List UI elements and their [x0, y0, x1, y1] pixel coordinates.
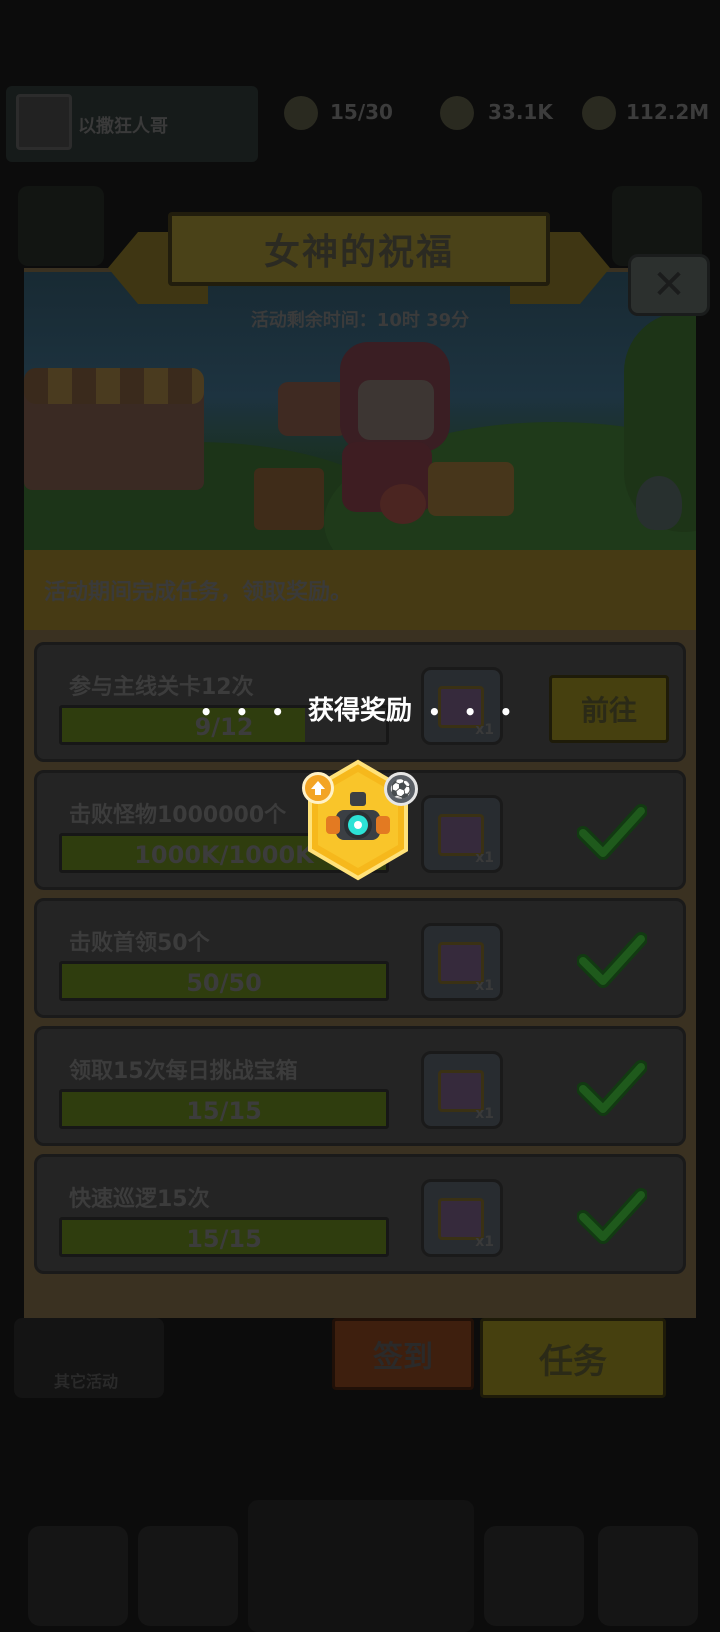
reward-chest-slot[interactable]: x1: [421, 1179, 503, 1257]
penguin-decor: [636, 476, 682, 530]
reward-popup-title: • • • 获得奖励 • • •: [0, 690, 720, 727]
close-button[interactable]: ✕: [628, 254, 710, 316]
upgrade-icon: [302, 772, 334, 804]
task-progress-bar: 50/50: [59, 961, 389, 1001]
reward-chest-slot[interactable]: x1: [421, 1051, 503, 1129]
tab-tasks[interactable]: 任务: [480, 1318, 666, 1398]
panel-tabs: 其它活动 签到 任务: [0, 1318, 720, 1398]
task-progress-bar: 15/15: [59, 1089, 389, 1129]
task-name: 击败首领50个: [69, 931, 210, 956]
reward-chest-slot[interactable]: x1: [421, 795, 503, 873]
task-progress-text: 50/50: [186, 969, 262, 997]
task-name: 击败怪物1000000个: [69, 803, 287, 828]
coin-icon: [582, 96, 616, 130]
event-timer: 活动剩余时间：10时 39分: [250, 310, 470, 331]
bottom-nav: [0, 1500, 720, 1632]
nav-more[interactable]: [598, 1526, 698, 1626]
reward-quantity: x1: [475, 850, 494, 866]
meat-decor: [380, 484, 426, 524]
reward-quantity: x1: [475, 1234, 494, 1250]
event-description: 活动期间完成任务，领取奖励。: [44, 580, 353, 605]
gem-icon: [440, 96, 474, 130]
task-row: 领取15次每日挑战宝箱 15/15 x1: [34, 1026, 686, 1146]
close-icon: ✕: [652, 262, 686, 308]
task-progress-text: 15/15: [186, 1225, 262, 1253]
check-icon: [577, 804, 647, 860]
task-progress-bar: 15/15: [59, 1217, 389, 1257]
menu-button[interactable]: [18, 186, 104, 266]
reward-quantity: x1: [475, 1106, 494, 1122]
title-dots-left: • • •: [199, 700, 292, 724]
player-name: 以撒狂人哥: [78, 116, 168, 137]
other-events-tab[interactable]: 其它活动: [14, 1318, 164, 1398]
gift-decor: [254, 468, 324, 530]
soccer-ball-icon: ⚽: [384, 772, 418, 806]
player-card[interactable]: 以撒狂人哥: [6, 86, 258, 162]
reward-chest-slot[interactable]: x1: [421, 923, 503, 1001]
event-banner: 活动剩余时间：10时 39分: [24, 272, 696, 550]
nav-shop[interactable]: [28, 1526, 128, 1626]
nav-battle[interactable]: [248, 1500, 474, 1632]
coin-value: 112.2M: [626, 100, 710, 124]
other-events-label: 其它活动: [54, 1372, 119, 1391]
nav-skills[interactable]: [484, 1526, 584, 1626]
check-icon: [577, 1060, 647, 1116]
tab-signin[interactable]: 签到: [332, 1318, 474, 1390]
stamina-icon: [284, 96, 318, 130]
task-name: 快速巡逻15次: [69, 1187, 210, 1212]
goddess-face: [358, 380, 434, 440]
cake-decor: [278, 382, 348, 436]
reward-title-text: 获得奖励: [307, 696, 412, 726]
task-name: 领取15次每日挑战宝箱: [69, 1059, 298, 1084]
task-row: 快速巡逻15次 15/15 x1: [34, 1154, 686, 1274]
gem-value: 33.1K: [488, 100, 553, 124]
nav-equipment[interactable]: [138, 1526, 238, 1626]
stamina-value: 15/30: [330, 100, 393, 124]
task-row: 击败首领50个 50/50 x1: [34, 898, 686, 1018]
avatar[interactable]: [16, 94, 72, 150]
top-hud: 以撒狂人哥 15/30 33.1K 112.2M: [0, 80, 720, 162]
check-icon: [577, 1188, 647, 1244]
check-icon: [577, 932, 647, 988]
title-dots-right: • • •: [428, 700, 521, 724]
reward-quantity: x1: [475, 978, 494, 994]
case-decor: [428, 462, 514, 516]
event-title: 女神的祝福: [168, 212, 550, 286]
task-progress-text: 15/15: [186, 1097, 262, 1125]
